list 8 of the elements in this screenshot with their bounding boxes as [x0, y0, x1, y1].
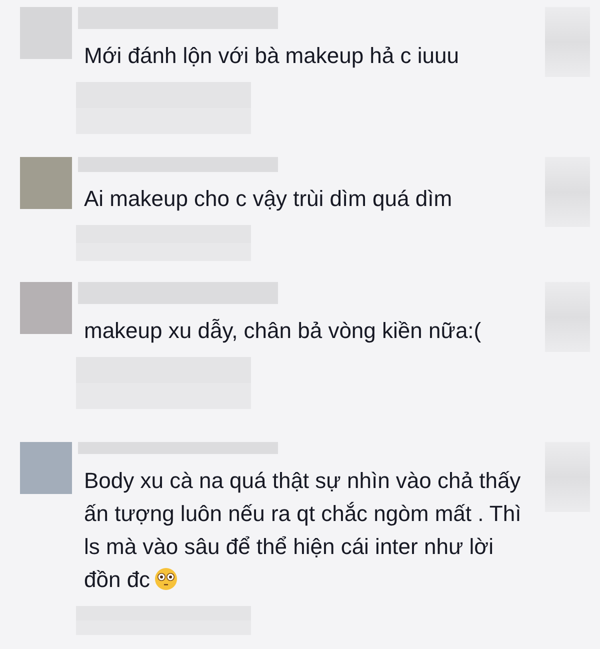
- avatar[interactable]: [20, 7, 72, 59]
- avatar[interactable]: [20, 442, 72, 494]
- comment-text: Mới đánh lộn với bà makeup hả c iuuu: [84, 42, 460, 70]
- comment-text: Body xu cà na quá thật sự nhìn vào chả thấy ấn tượng luôn nếu ra qt chắc ngòm mất . Thì ls mà vào sâu để thể hiện cái inter như lời đồn đc: [84, 467, 522, 594]
- avatar[interactable]: [20, 157, 72, 209]
- avatar[interactable]: [20, 282, 72, 334]
- comment-text: Ai makeup cho c vậy trùi dìm quá dìm: [84, 185, 454, 214]
- comment-text: makeup xu dẫy, chân bả vòng kiền nữa:(: [84, 317, 482, 345]
